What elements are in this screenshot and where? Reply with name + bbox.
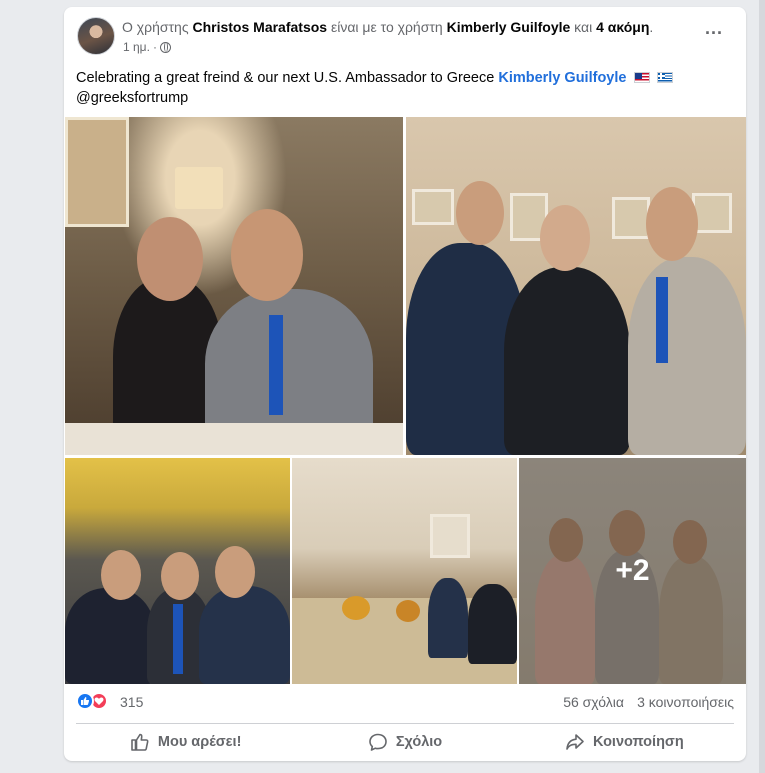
globe-icon[interactable]: [159, 41, 171, 53]
tagged-user-link[interactable]: Kimberly Guilfoyle: [447, 19, 571, 35]
person-center-head: [540, 205, 590, 271]
post-timestamp[interactable]: 1 ημ.: [123, 40, 150, 54]
thumbs-up-icon: [131, 733, 149, 751]
header-suffix: .: [649, 19, 654, 35]
like-button[interactable]: Μου αρέσει!: [76, 725, 295, 759]
post-header-line: Ο χρήστης Christos Marafatsos είναι με τ…: [122, 19, 692, 35]
blue-tie: [173, 604, 183, 674]
person-3: [199, 586, 290, 684]
post-stats: 315 56 σχόλια 3 κοινοποιήσεις: [76, 690, 734, 716]
shares-count[interactable]: 3 κοινοποιήσεις: [637, 694, 734, 710]
person-left-head: [456, 181, 504, 245]
person-man-head: [231, 209, 303, 301]
comment-button-label: Σχόλιο: [395, 734, 443, 750]
person-woman-head: [137, 217, 203, 301]
meta-separator: ·: [152, 40, 157, 54]
mention-link[interactable]: Kimberly Guilfoyle: [498, 70, 626, 86]
action-divider: [76, 723, 734, 724]
more-photos-overlay[interactable]: +2: [519, 458, 746, 684]
wall-painting: [65, 117, 129, 227]
wall-frame: [692, 193, 732, 233]
others-link[interactable]: 4 ακόμη: [596, 19, 649, 35]
author-name-link[interactable]: Christos Marafatsos: [192, 19, 327, 35]
flowers: [342, 596, 370, 620]
person-1: [65, 588, 155, 684]
lamp-shade: [175, 167, 223, 209]
reactions-count[interactable]: 315: [120, 694, 143, 710]
like-button-label: Μου αρέσει!: [157, 734, 242, 750]
post-actions: Μου αρέσει! Σχόλιο Κοινοποίηση: [76, 725, 734, 759]
window-edge: [759, 0, 765, 773]
person-2-head: [161, 552, 199, 600]
header-middle: είναι με το χρήστη: [330, 19, 443, 35]
comment-button[interactable]: Σχόλιο: [295, 725, 514, 759]
header-joiner: και: [574, 19, 593, 35]
share-button[interactable]: Κοινοποίηση: [515, 725, 734, 759]
wall-frame: [612, 197, 650, 239]
comment-icon: [369, 733, 387, 751]
post-photo-4[interactable]: [292, 458, 517, 684]
post-photo-3[interactable]: [65, 458, 290, 684]
like-icon[interactable]: [76, 692, 94, 710]
table-cloth: [65, 423, 403, 455]
post-photo-2[interactable]: [406, 117, 746, 455]
wall-painting: [430, 514, 470, 558]
more-photos-count: +2: [615, 554, 650, 587]
greece-flag-icon: [656, 72, 673, 83]
guest: [468, 584, 517, 664]
author-avatar[interactable]: [77, 17, 115, 55]
wall-frame: [412, 189, 454, 225]
person-right-head: [646, 187, 698, 261]
post-photo-1[interactable]: [65, 117, 403, 455]
person-1-head: [101, 550, 141, 600]
person-right: [628, 257, 746, 455]
post-text: Celebrating a great freind & our next U.…: [76, 68, 736, 108]
post-photo-5[interactable]: +2: [519, 458, 746, 684]
post-header: Ο χρήστης Christos Marafatsos είναι με τ…: [64, 7, 746, 67]
flowers: [396, 600, 420, 622]
share-button-label: Κοινοποίηση: [592, 734, 684, 750]
person-3-head: [215, 546, 255, 598]
header-prefix: Ο χρήστης: [122, 19, 189, 35]
more-options-button[interactable]: ...: [702, 19, 726, 41]
blue-tie: [269, 315, 283, 415]
hashtag-link[interactable]: @greeksfortrump: [76, 90, 188, 106]
post-card: Ο χρήστης Christos Marafatsos είναι με τ…: [64, 7, 746, 761]
person-center: [504, 267, 630, 455]
us-flag-icon: [633, 72, 650, 83]
post-meta: 1 ημ. ·: [123, 40, 171, 54]
share-icon: [566, 734, 584, 750]
comments-count[interactable]: 56 σχόλια: [563, 694, 624, 710]
blue-tie: [656, 277, 668, 363]
post-body-text: Celebrating a great freind & our next U.…: [76, 70, 495, 86]
guest: [428, 578, 468, 658]
